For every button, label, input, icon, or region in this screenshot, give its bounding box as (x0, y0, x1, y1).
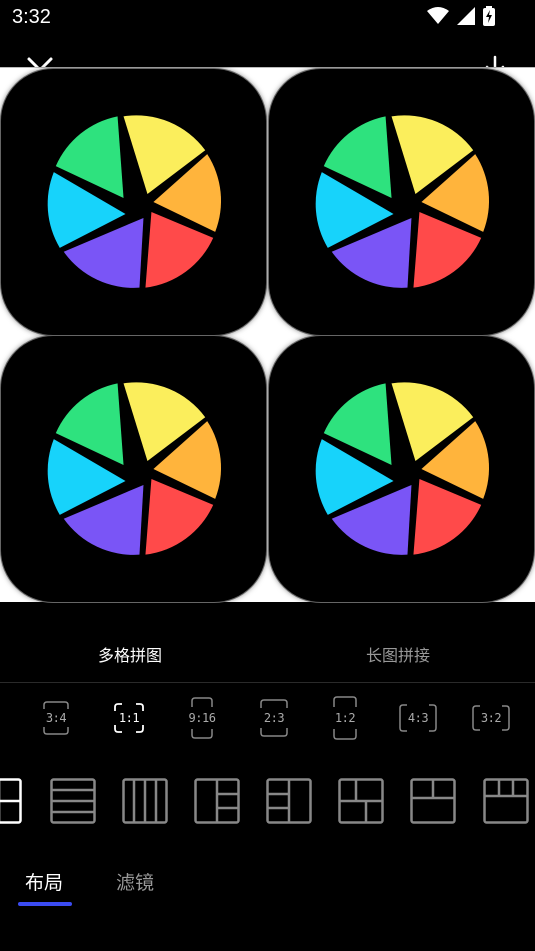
tab-indicator (18, 902, 72, 906)
ratio-3-2[interactable]: 3:2 (472, 696, 510, 740)
layout-top-two-bottom-one-icon (410, 778, 456, 824)
ratio-label: 2:3 (263, 711, 285, 725)
ratio-label: 1:1 (118, 711, 140, 725)
layout-top-three-bottom-one-icon (483, 778, 529, 824)
layout-four-columns-icon (122, 778, 168, 824)
aperture-icon (307, 375, 496, 563)
collage-cell-4[interactable] (269, 336, 534, 602)
aperture-icon (307, 108, 496, 296)
layout-selector (0, 778, 535, 826)
ratio-2-3[interactable]: 2:3 (260, 696, 288, 740)
ratio-selector: 3:4 1:1 9:16 2:3 1:2 4:3 3:2 (0, 696, 535, 740)
collage-canvas[interactable] (0, 67, 535, 602)
wifi-icon (427, 7, 449, 29)
ratio-label: 9:16 (188, 711, 216, 725)
layout-left-three-right-one-icon (266, 778, 312, 824)
divider (0, 682, 535, 683)
collage-cell-2[interactable] (269, 69, 534, 335)
cellular-signal-icon (457, 7, 475, 29)
battery-charging-icon (483, 6, 495, 30)
tab-layout[interactable]: 布局 (25, 868, 63, 895)
layout-option-5[interactable] (266, 778, 312, 824)
ratio-label: 3:4 (45, 711, 67, 725)
ratio-label: 1:2 (334, 711, 356, 725)
layout-four-rows-icon (50, 778, 96, 824)
tab-multi-grid[interactable]: 多格拼图 (98, 642, 162, 666)
layout-option-2[interactable] (50, 778, 96, 824)
status-bar: 3:32 (0, 0, 535, 36)
layout-mixed-grid-icon (338, 778, 384, 824)
layout-option-4[interactable] (194, 778, 240, 824)
layout-grid-2x2-partial-icon (0, 778, 22, 824)
status-time: 3:32 (12, 6, 51, 28)
layout-option-1[interactable] (0, 778, 22, 824)
collage-cell-3[interactable] (1, 336, 266, 602)
ratio-3-4[interactable]: 3:4 (43, 696, 69, 740)
layout-option-7[interactable] (410, 778, 456, 824)
aperture-icon (39, 375, 228, 563)
tab-filter[interactable]: 滤镜 (116, 868, 154, 895)
ratio-9-16[interactable]: 9:16 (187, 696, 217, 740)
ratio-label: 4:3 (407, 711, 429, 725)
ratio-1-2[interactable]: 1:2 (333, 696, 357, 740)
ratio-1-1[interactable]: 1:1 (114, 696, 144, 740)
layout-option-6[interactable] (338, 778, 384, 824)
tab-long-image[interactable]: 长图拼接 (366, 642, 430, 666)
ratio-label: 3:2 (480, 711, 502, 725)
ratio-4-3[interactable]: 4:3 (399, 696, 437, 740)
layout-left-one-right-three-icon (194, 778, 240, 824)
status-icons (427, 6, 495, 30)
layout-option-8[interactable] (483, 778, 529, 824)
aperture-icon (39, 108, 228, 296)
collage-cell-1[interactable] (1, 69, 266, 335)
layout-option-3[interactable] (122, 778, 168, 824)
